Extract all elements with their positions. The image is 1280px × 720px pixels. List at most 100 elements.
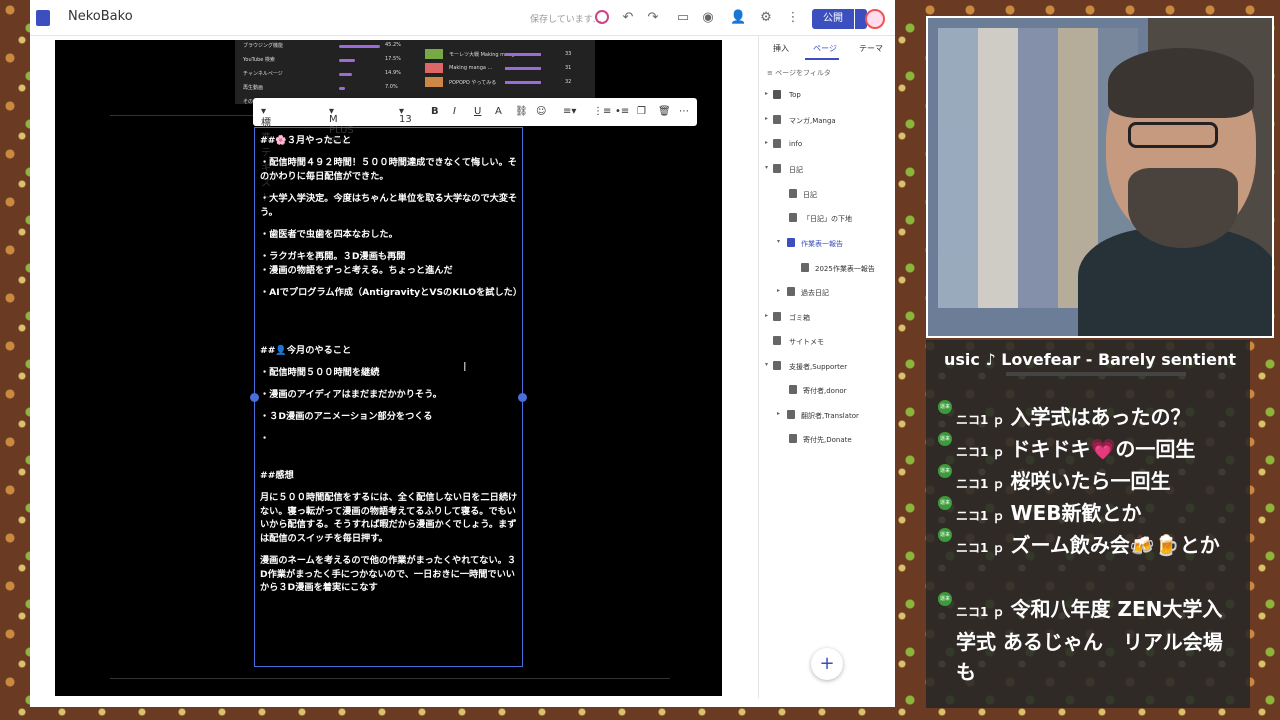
page-icon bbox=[789, 434, 797, 443]
settings-icon[interactable]: ⚙ bbox=[758, 10, 774, 26]
page-filter-input[interactable]: ≡ ページをフィルタ bbox=[767, 68, 831, 78]
underline-icon[interactable]: U bbox=[474, 106, 481, 117]
expand-arrow-icon[interactable]: ▸ bbox=[765, 115, 768, 122]
paragraph: ・漫画のアイディアはまだまだかかりそう。 bbox=[260, 389, 442, 400]
paragraph: 月に５００時間配信をするには、全く配信しない日を二日続けない。寝っ転がって漫画の… bbox=[260, 492, 518, 544]
expand-arrow-icon[interactable]: ▸ bbox=[765, 139, 768, 146]
video-row: Making manga ... 31 bbox=[425, 62, 585, 74]
page-icon bbox=[789, 385, 797, 394]
music-progress bbox=[1006, 372, 1186, 376]
publish-button[interactable]: 公開 bbox=[812, 9, 854, 29]
text-style-dropdown[interactable]: 標準テキスト ▾ bbox=[261, 106, 271, 204]
page-icon bbox=[787, 238, 795, 247]
hidden-page-icon bbox=[773, 336, 781, 345]
paragraph: ・AIでプログラム作成（AntigravityとVSのKILOを試した） bbox=[260, 287, 523, 298]
chat-message: ニコ1 ｐ 桜咲いたら一回生 bbox=[956, 466, 1236, 499]
avatar[interactable] bbox=[865, 9, 885, 29]
stat-percent: 14.9% bbox=[385, 70, 401, 76]
paragraph: ・配信時間４９２時間！５００時間達成できなくて悔しい。そのかわりに毎日配信ができ… bbox=[260, 157, 517, 182]
text-box[interactable]: ##🌸３月やったこと ・配信時間４９２時間！５００時間達成できなくて悔しい。その… bbox=[254, 127, 523, 667]
devices-icon[interactable]: ▭ bbox=[675, 10, 691, 26]
sidebar: 挿入 ページ テーマ ≡ ページをフィルタ ▸ Top ▸ マンガ,Manga ▸ i… bbox=[758, 36, 895, 698]
stat-label: 再生動画 bbox=[243, 85, 264, 91]
collapse-arrow-icon[interactable]: ▾ bbox=[765, 164, 768, 171]
folder-icon bbox=[773, 164, 781, 173]
redo-icon[interactable]: ↷ bbox=[645, 10, 661, 26]
app-logo-icon[interactable] bbox=[36, 10, 50, 26]
bullet-list-icon[interactable]: •≡ bbox=[615, 106, 629, 117]
bold-icon[interactable]: B bbox=[431, 106, 439, 117]
page-icon bbox=[787, 410, 795, 419]
resize-handle-left[interactable] bbox=[250, 393, 259, 402]
top-toolbar: NekoBako 保存しています… ↶ ↷ ▭ ◉ 👤 ⚙ ⋮ 公開 bbox=[30, 0, 895, 36]
chat-message: ニコ1 ｐ 令和八年度 ZEN大学入学式 あるじゃん リアル会場も bbox=[956, 594, 1236, 687]
text-color-icon[interactable]: A bbox=[495, 106, 502, 117]
expand-arrow-icon[interactable]: ▸ bbox=[777, 410, 780, 417]
more-options-icon[interactable]: ⋯ bbox=[679, 106, 689, 117]
chat-message: ニコ1 ｐ ズーム飲み会🍻🍺とか bbox=[956, 530, 1236, 563]
font-size-dropdown[interactable]: 13 ▾ bbox=[399, 106, 412, 125]
chat-text: WEB新歓とか bbox=[1010, 501, 1142, 525]
webcam-video bbox=[926, 16, 1274, 338]
user-badge-icon: 運来 bbox=[938, 464, 952, 478]
share-icon[interactable]: 👤 bbox=[730, 10, 746, 26]
collapse-arrow-icon[interactable]: ▾ bbox=[777, 238, 780, 245]
tab-insert[interactable]: 挿入 bbox=[773, 43, 789, 54]
expand-arrow-icon[interactable]: ▸ bbox=[765, 90, 768, 97]
stat-label: ブラウジング機能 bbox=[243, 43, 284, 49]
hidden-page-icon bbox=[789, 213, 797, 222]
folder-icon bbox=[787, 287, 795, 296]
text-cursor-icon: I bbox=[463, 360, 467, 374]
paragraph: ・歯医者で虫歯を四本なおした。 bbox=[260, 229, 398, 240]
webcam-person-glasses bbox=[1128, 122, 1218, 148]
stat-row: YouTube 検索 17.5% bbox=[243, 56, 413, 64]
paragraph: ・３D漫画のアニメーション部分をつくる bbox=[260, 411, 433, 422]
video-title: POPOPO やってみる bbox=[449, 80, 497, 86]
italic-icon[interactable]: I bbox=[453, 106, 456, 117]
numbered-list-icon[interactable]: ⋮≡ bbox=[593, 106, 611, 117]
chat-text: 入学式はあったの？ bbox=[1010, 405, 1191, 429]
tab-theme[interactable]: テーマ bbox=[859, 43, 883, 54]
video-thumbnail bbox=[425, 63, 443, 73]
expand-arrow-icon[interactable]: ▸ bbox=[777, 287, 780, 294]
theme-icon[interactable] bbox=[595, 10, 609, 24]
now-playing: usic ♪ Lovefear - Barely sentient bbox=[944, 350, 1236, 369]
link-icon[interactable]: ⛓ bbox=[515, 106, 528, 117]
paragraph: ・ラクガキを再開。３D漫画も再開 bbox=[260, 251, 406, 262]
align-icon[interactable]: ≡▾ bbox=[563, 106, 576, 117]
stat-label: YouTube 検索 bbox=[243, 57, 275, 63]
collapse-arrow-icon[interactable]: ▾ bbox=[765, 361, 768, 368]
resize-handle-right[interactable] bbox=[518, 393, 527, 402]
folder-icon bbox=[773, 361, 781, 370]
tab-pages[interactable]: ページ bbox=[813, 43, 837, 54]
chat-text: 桜咲いたら一回生 bbox=[1010, 469, 1171, 493]
delete-icon[interactable]: 🗑 bbox=[658, 106, 671, 117]
expand-arrow-icon[interactable]: ▸ bbox=[765, 312, 768, 319]
emoji-icon[interactable]: ☺ bbox=[536, 106, 546, 117]
video-count: 31 bbox=[565, 65, 572, 71]
paragraph: ・ bbox=[260, 433, 270, 444]
user-badge-icon: 運来 bbox=[938, 528, 952, 542]
preview-icon[interactable]: ◉ bbox=[700, 10, 716, 26]
active-tab-indicator bbox=[805, 58, 839, 60]
stat-row: チャンネルページ 14.9% bbox=[243, 70, 413, 78]
stat-row: ブラウジング機能 45.2% bbox=[243, 42, 413, 50]
copy-icon[interactable]: ❐ bbox=[637, 106, 646, 117]
page-icon bbox=[789, 189, 797, 198]
video-row: モーレツ大戦 Making mang... 33 bbox=[425, 48, 585, 60]
chat-text: ズーム飲み会🍻🍺とか bbox=[1010, 533, 1220, 557]
chat-user: ニコ1 ｐ bbox=[956, 509, 1005, 523]
add-page-button[interactable]: + bbox=[811, 648, 843, 680]
paragraph: ・漫画の物語をずっと考える。ちょっと進んだ bbox=[260, 265, 453, 276]
heading: ##🌸３月やったこと bbox=[260, 135, 352, 146]
chat-user: ニコ1 ｐ bbox=[956, 605, 1005, 619]
chat-message: ニコ1 ｐ 入学式はあったの？ bbox=[956, 402, 1236, 435]
chat-text: ドキドキ💗の一回生 bbox=[1010, 437, 1196, 461]
more-icon[interactable]: ⋮ bbox=[785, 10, 801, 26]
paragraph: ・大学入学決定。今度はちゃんと単位を取る大学なので大変そう。 bbox=[260, 193, 518, 218]
chat-user: ニコ1 ｐ bbox=[956, 477, 1005, 491]
page-icon bbox=[773, 115, 781, 124]
stat-percent: 7.0% bbox=[385, 84, 398, 90]
font-dropdown[interactable]: M PLUS Rou ▾ bbox=[329, 106, 354, 147]
undo-icon[interactable]: ↶ bbox=[620, 10, 636, 26]
